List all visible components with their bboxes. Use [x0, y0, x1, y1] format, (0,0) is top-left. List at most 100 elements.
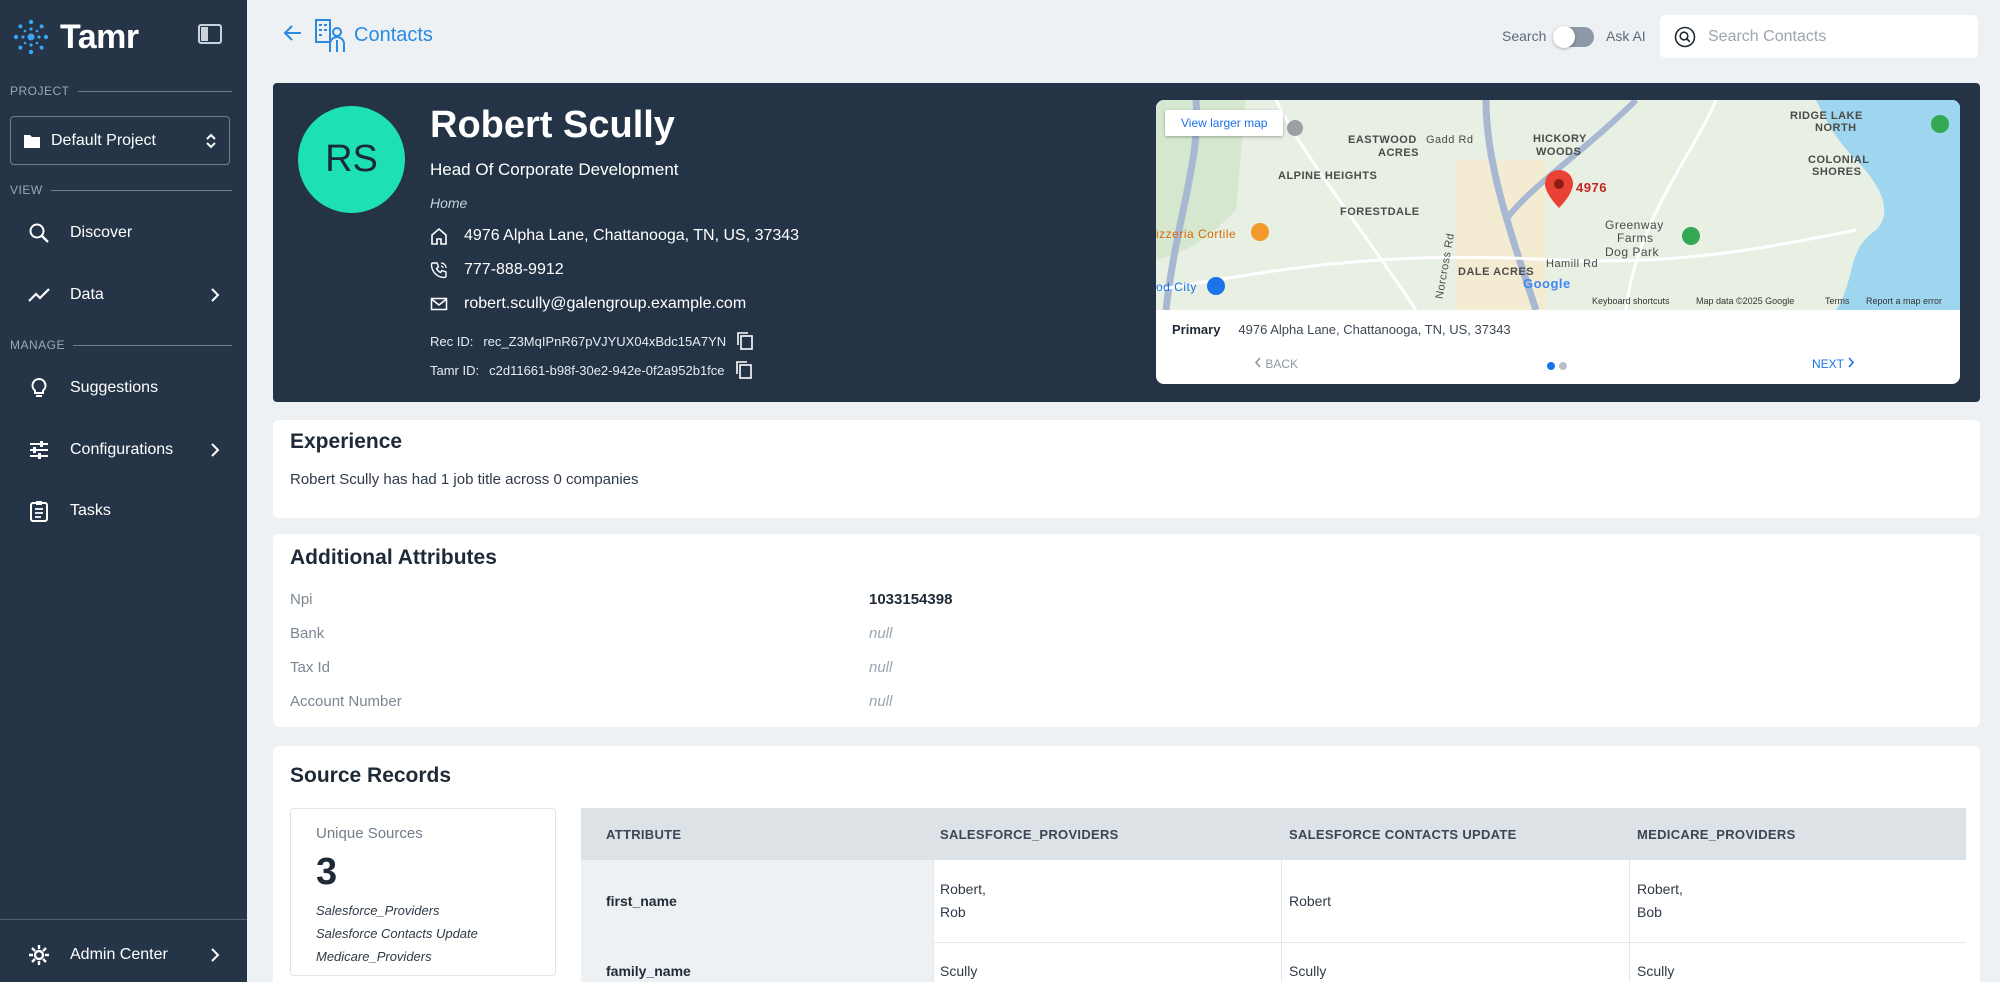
back-label: BACK: [1265, 357, 1299, 371]
view-section-label: VIEW: [10, 183, 232, 197]
map-keyboard-shortcuts[interactable]: Keyboard shortcuts: [1592, 296, 1670, 306]
attribute-value: null: [869, 625, 893, 642]
search-mode-label: Search: [1502, 28, 1547, 44]
column-divider: [1629, 860, 1630, 982]
attribute-value: null: [869, 693, 893, 710]
sidebar-item-discover[interactable]: Discover: [0, 209, 247, 257]
carousel-dot-active[interactable]: [1547, 362, 1555, 370]
copy-icon[interactable]: [735, 360, 753, 380]
map-label: ACRES: [1378, 147, 1420, 159]
source-name: Salesforce Contacts Update: [316, 926, 478, 941]
tamr-logo[interactable]: Tamr: [10, 16, 139, 58]
map-view[interactable]: View larger map EASTWOOD ACRES Gadd Rd H…: [1156, 100, 1960, 312]
table-cell-attr: family_name: [606, 963, 691, 979]
source-name: Salesforce_Providers: [316, 903, 440, 918]
attributes-title: Additional Attributes: [290, 546, 497, 569]
source-records-title: Source Records: [290, 764, 452, 787]
carousel-next-button[interactable]: NEXT: [1812, 357, 1855, 371]
sidebar-item-configurations[interactable]: Configurations: [0, 426, 247, 474]
map-label: od City: [1156, 280, 1197, 294]
project-name: Default Project: [51, 131, 156, 149]
table-cell: Bob: [1637, 904, 1662, 920]
map-label: ALPINE HEIGHTS: [1278, 170, 1378, 182]
phone-text: 777-888-9912: [464, 261, 564, 278]
sidebar-item-tasks[interactable]: Tasks: [0, 487, 247, 535]
map-label: Hamill Rd: [1546, 258, 1599, 270]
map-label: Gadd Rd: [1426, 134, 1474, 146]
search-box[interactable]: [1660, 15, 1978, 58]
search-input[interactable]: [1708, 27, 1958, 46]
table-cell: Scully: [940, 963, 978, 979]
map-report-link[interactable]: Report a map error: [1866, 296, 1942, 306]
map-label: Dog Park: [1605, 245, 1660, 259]
contact-name: Robert Scully: [430, 104, 675, 146]
column-header[interactable]: SALESFORCE CONTACTS UPDATE: [1289, 827, 1517, 842]
map-label: WOODS: [1536, 146, 1582, 158]
sidebar-item-label: Data: [70, 286, 104, 303]
map-label: SHORES: [1812, 166, 1862, 178]
address-row: 4976 Alpha Lane, Chattanooga, TN, US, 37…: [430, 227, 799, 245]
source-records-card: Source Records Unique Sources 3 Salesfor…: [273, 746, 1980, 982]
carousel-dot[interactable]: [1559, 362, 1567, 370]
primary-address: 4976 Alpha Lane, Chattanooga, TN, US, 37…: [1238, 322, 1511, 337]
attribute-value: null: [869, 659, 893, 676]
additional-attributes-card: Additional Attributes Npi 1033154398 Ban…: [273, 534, 1980, 727]
map-label: EASTWOOD: [1348, 134, 1417, 146]
primary-label: Primary: [1172, 322, 1221, 337]
rec-id-label: Rec ID:: [430, 333, 474, 349]
map-data-credit: Map data ©2025 Google: [1696, 296, 1795, 306]
back-arrow-icon[interactable]: [283, 24, 303, 42]
chevron-left-icon: [1254, 357, 1261, 368]
admin-center-button[interactable]: Admin Center: [0, 931, 247, 979]
experience-card: Experience Robert Scully has had 1 job t…: [273, 420, 1980, 518]
tamr-id-row: Tamr ID: c2d11661-b98f-30e2-942e-0f2a952…: [430, 360, 753, 380]
chevron-right-icon: [211, 288, 220, 302]
table-cell-attr: first_name: [606, 893, 677, 909]
email-text[interactable]: robert.scully@galengroup.example.com: [464, 295, 746, 313]
sidebar-item-label: Discover: [70, 224, 133, 241]
attribute-label: Tax Id: [290, 659, 331, 676]
project-selector[interactable]: Default Project: [10, 116, 230, 165]
page-title[interactable]: Contacts: [354, 24, 433, 47]
column-header[interactable]: SALESFORCE_PROVIDERS: [940, 827, 1119, 842]
toggle-knob[interactable]: [1553, 26, 1575, 48]
sidebar-item-suggestions[interactable]: Suggestions: [0, 364, 247, 412]
chevron-right-icon: [211, 443, 220, 457]
map-label: NORTH: [1815, 122, 1857, 134]
address-carousel: BACK NEXT: [1156, 353, 1960, 377]
sidebar: Tamr PROJECT Default Project VIEW Discov…: [0, 0, 247, 982]
admin-center-label: Admin Center: [70, 946, 168, 963]
phone-row: 777-888-9912: [430, 261, 564, 279]
row-divider: [933, 942, 1966, 943]
map-terms-link[interactable]: Terms: [1825, 296, 1850, 306]
contact-title: Head Of Corporate Development: [430, 160, 679, 179]
table-cell: Scully: [1637, 963, 1675, 979]
sliders-icon: [30, 441, 48, 459]
unique-sources-count: 3: [316, 851, 338, 893]
map-card: View larger map EASTWOOD ACRES Gadd Rd H…: [1156, 100, 1960, 384]
carousel-back-button[interactable]: BACK: [1254, 357, 1298, 371]
home-icon: [431, 227, 447, 245]
column-header[interactable]: ATTRIBUTE: [606, 827, 681, 842]
gear-icon: [29, 945, 49, 965]
email-row: robert.scully@galengroup.example.com: [430, 295, 746, 313]
column-divider: [1281, 860, 1282, 982]
chevron-updown-icon: [206, 133, 216, 148]
view-larger-map-link[interactable]: View larger map: [1165, 110, 1284, 136]
tamr-id-value: c2d11661-b98f-30e2-942e-0f2a952b1fce: [489, 362, 725, 378]
unique-sources-label: Unique Sources: [316, 825, 423, 842]
column-header[interactable]: MEDICARE_PROVIDERS: [1637, 827, 1796, 842]
sidebar-item-label: Suggestions: [70, 379, 159, 396]
table-cell: Scully: [1289, 963, 1327, 979]
address-text: 4976 Alpha Lane, Chattanooga, TN, US, 37…: [464, 227, 800, 244]
map-label: RIDGE LAKE: [1790, 110, 1863, 122]
address-type: Home: [430, 195, 468, 211]
collapse-sidebar-icon[interactable]: [198, 24, 222, 44]
google-logo: Google: [1523, 276, 1571, 291]
map-label: Farms: [1617, 231, 1654, 245]
sidebar-item-data[interactable]: Data: [0, 271, 247, 319]
source-name: Medicare_Providers: [316, 949, 432, 964]
rec-id-value: rec_Z3MqIPnR67pVJYUX04xBdc15A7YN: [483, 333, 727, 349]
experience-summary: Robert Scully has had 1 job title across…: [290, 471, 639, 488]
copy-icon[interactable]: [736, 331, 754, 351]
